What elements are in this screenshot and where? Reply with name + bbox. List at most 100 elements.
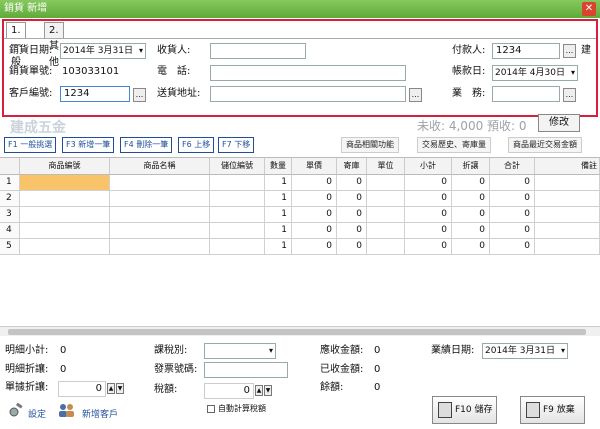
col-header-location[interactable]: 儲位編號 <box>210 158 265 175</box>
table-cell[interactable]: 0 <box>292 239 337 255</box>
table-cell[interactable]: 0 <box>292 223 337 239</box>
auto-tax-checkbox[interactable] <box>207 405 215 413</box>
col-header-note[interactable]: 備註 <box>535 158 600 175</box>
table-cell[interactable]: 1 <box>265 175 292 191</box>
table-cell[interactable]: 0 <box>452 191 490 207</box>
table-cell[interactable] <box>20 239 110 255</box>
table-cell[interactable] <box>210 207 265 223</box>
table-cell[interactable]: 0 <box>337 191 367 207</box>
scrollbar-thumb[interactable] <box>8 329 586 335</box>
customer-lookup-button[interactable]: ... <box>133 88 146 102</box>
f1-pick-button[interactable]: F1 一般挑選 <box>4 137 57 153</box>
table-cell[interactable]: 0 <box>337 207 367 223</box>
col-header-total[interactable]: 合計 <box>490 158 535 175</box>
table-cell[interactable]: 0 <box>337 239 367 255</box>
table-cell[interactable]: 0 <box>452 239 490 255</box>
table-cell[interactable] <box>110 223 210 239</box>
spin-up-icon[interactable]: ▲ <box>255 385 263 396</box>
product-functions-button[interactable]: 商品相關功能 <box>341 137 399 153</box>
table-cell[interactable]: 0 <box>490 207 535 223</box>
table-cell[interactable]: 1 <box>265 191 292 207</box>
table-cell[interactable]: 0 <box>292 207 337 223</box>
table-cell[interactable]: 0 <box>405 223 452 239</box>
doc-discount-input[interactable]: 0 <box>58 381 106 397</box>
col-header-product-name[interactable]: 商品名稱 <box>110 158 210 175</box>
f4-delete-button[interactable]: F4 刪除一筆 <box>120 137 173 153</box>
tab-general[interactable]: 1.一般 <box>6 22 26 68</box>
table-cell[interactable] <box>20 175 110 191</box>
spin-down-icon[interactable]: ▼ <box>116 383 124 394</box>
table-cell[interactable] <box>20 207 110 223</box>
table-cell[interactable] <box>110 175 210 191</box>
address-lookup-button[interactable]: ... <box>409 88 422 102</box>
table-cell[interactable]: 0 <box>452 175 490 191</box>
spin-down-icon[interactable]: ▼ <box>264 385 272 396</box>
table-cell[interactable] <box>210 223 265 239</box>
table-cell[interactable] <box>110 207 210 223</box>
horizontal-scrollbar[interactable] <box>0 326 600 336</box>
table-cell[interactable] <box>535 191 600 207</box>
table-cell[interactable] <box>20 191 110 207</box>
phone-input[interactable] <box>210 65 406 81</box>
sale-date-picker[interactable]: 2014年 3月31日 ▾ <box>60 43 146 59</box>
settings-icon[interactable] <box>8 402 26 418</box>
history-button[interactable]: 交易歷史、寄庫量 <box>417 137 491 153</box>
table-cell[interactable] <box>210 191 265 207</box>
col-header-product-no[interactable]: 商品編號 <box>20 158 110 175</box>
col-header-qty[interactable]: 數量 <box>265 158 292 175</box>
table-cell[interactable] <box>535 175 600 191</box>
tab-other[interactable]: 2.其他 <box>44 22 64 68</box>
table-cell[interactable]: 0 <box>292 191 337 207</box>
col-header-discount[interactable]: 折讓 <box>452 158 490 175</box>
table-cell[interactable]: 1 <box>265 207 292 223</box>
table-cell[interactable]: 0 <box>405 191 452 207</box>
invoice-no-input[interactable] <box>204 362 288 378</box>
table-cell[interactable] <box>210 175 265 191</box>
discard-button[interactable]: F9 放棄 <box>520 396 585 424</box>
table-cell[interactable]: 0 <box>490 239 535 255</box>
tax-type-select[interactable]: ▾ <box>204 343 276 359</box>
table-cell[interactable]: 0 <box>292 175 337 191</box>
table-cell[interactable] <box>210 239 265 255</box>
table-cell[interactable]: 1 <box>265 239 292 255</box>
table-cell[interactable] <box>367 223 405 239</box>
recent-price-button[interactable]: 商品最近交易金額 <box>508 137 582 153</box>
table-cell[interactable]: 0 <box>490 175 535 191</box>
table-cell[interactable] <box>367 207 405 223</box>
table-cell[interactable] <box>535 223 600 239</box>
customer-id-input[interactable]: 1234 <box>60 86 130 102</box>
table-cell[interactable] <box>535 239 600 255</box>
address-input[interactable] <box>210 86 406 102</box>
table-cell[interactable] <box>367 175 405 191</box>
table-cell[interactable]: 0 <box>405 239 452 255</box>
f6-move-up-button[interactable]: F6 上移 <box>178 137 215 153</box>
settings-link[interactable]: 設定 <box>28 407 46 420</box>
table-cell[interactable]: 0 <box>405 175 452 191</box>
col-header-consign[interactable]: 寄庫 <box>337 158 367 175</box>
spin-up-icon[interactable]: ▲ <box>107 383 115 394</box>
f3-add-button[interactable]: F3 新增一筆 <box>62 137 115 153</box>
table-cell[interactable]: 0 <box>452 223 490 239</box>
save-button[interactable]: F10 儲存 <box>432 396 497 424</box>
col-header-price[interactable]: 單價 <box>292 158 337 175</box>
close-icon[interactable]: ✕ <box>582 2 596 16</box>
table-cell[interactable]: 0 <box>405 207 452 223</box>
table-cell[interactable] <box>20 223 110 239</box>
table-cell[interactable]: 0 <box>490 223 535 239</box>
tax-amount-input[interactable]: 0 <box>204 383 254 399</box>
table-cell[interactable]: 0 <box>337 175 367 191</box>
table-cell[interactable] <box>110 191 210 207</box>
col-header-unit[interactable]: 單位 <box>367 158 405 175</box>
modify-button[interactable]: 修改 <box>538 114 580 132</box>
payer-lookup-button[interactable]: ... <box>563 44 576 58</box>
user-add-icon[interactable] <box>57 402 75 418</box>
receiver-input[interactable] <box>210 43 306 59</box>
table-cell[interactable] <box>367 239 405 255</box>
table-cell[interactable]: 0 <box>490 191 535 207</box>
table-cell[interactable]: 1 <box>265 223 292 239</box>
sales-rep-lookup-button[interactable]: ... <box>563 88 576 102</box>
table-cell[interactable]: 0 <box>452 207 490 223</box>
account-date-picker[interactable]: 2014年 4月30日 ▾ <box>492 65 578 81</box>
table-cell[interactable]: 0 <box>337 223 367 239</box>
f7-move-down-button[interactable]: F7 下移 <box>218 137 255 153</box>
